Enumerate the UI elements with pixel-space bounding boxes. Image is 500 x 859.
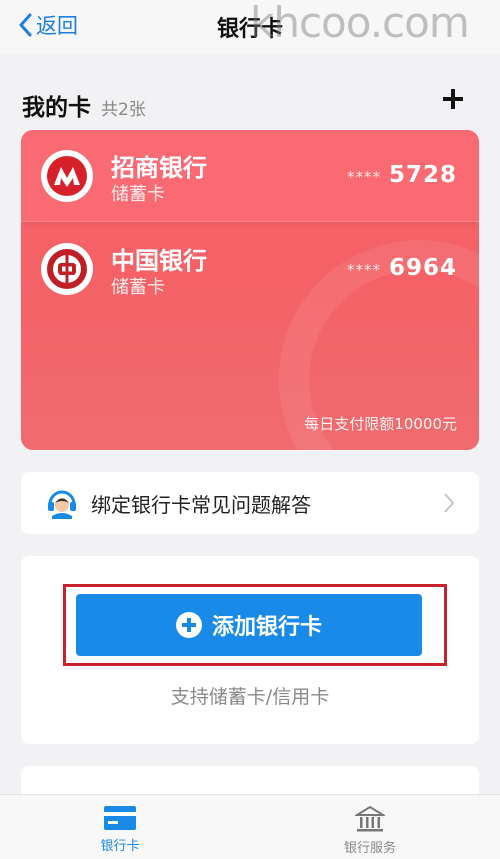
add-bank-card-button[interactable]: 添加银行卡 bbox=[76, 594, 422, 656]
card-last4: 5728 bbox=[388, 162, 457, 188]
add-button-label: 添加银行卡 bbox=[211, 615, 322, 640]
card-icon bbox=[104, 806, 136, 830]
customer-service-icon bbox=[48, 490, 76, 519]
card-mask: **** bbox=[346, 261, 381, 279]
support-text: 支持储蓄卡/信用卡 bbox=[170, 686, 330, 708]
tab-label: 银行卡 bbox=[100, 839, 140, 854]
card-last4: 6964 bbox=[388, 255, 457, 281]
daily-limit: 每日支付限额10000元 bbox=[304, 415, 457, 433]
tab-bank-card[interactable]: 银行卡 bbox=[60, 805, 180, 854]
card-stack: 招商银行 储蓄卡 **** 5728 中国银行 储蓄卡 **** 6964 每日… bbox=[21, 130, 479, 450]
bank-building-icon bbox=[355, 805, 385, 832]
tab-bar: 银行卡 银行服务 bbox=[0, 794, 500, 859]
tab-label: 银行服务 bbox=[343, 841, 396, 856]
card-number: **** 5728 bbox=[347, 162, 457, 188]
add-card-panel: 添加银行卡 支持储蓄卡/信用卡 bbox=[21, 556, 479, 744]
add-card-plus-icon[interactable] bbox=[440, 86, 466, 112]
plus-circle-icon bbox=[175, 612, 202, 638]
card-number: **** 6964 bbox=[347, 255, 457, 281]
faq-label: 绑定银行卡常见问题解答 bbox=[91, 492, 311, 517]
faq-row[interactable]: 绑定银行卡常见问题解答 bbox=[21, 472, 479, 534]
tab-bank-service[interactable]: 银行服务 bbox=[310, 805, 430, 856]
card-mask: **** bbox=[346, 168, 381, 186]
bank-card[interactable]: 中国银行 储蓄卡 **** 6964 bbox=[21, 223, 479, 315]
bank-name: 中国银行 bbox=[111, 247, 207, 275]
boc-logo-icon bbox=[41, 243, 93, 295]
nav-bar: 返回 银行卡 khcoo.com bbox=[0, 0, 500, 54]
cmb-logo-icon bbox=[41, 150, 93, 202]
section-header: 我的卡 共2张 bbox=[22, 88, 146, 122]
card-type: 储蓄卡 bbox=[111, 184, 165, 205]
card-count: 共2张 bbox=[101, 100, 146, 120]
chevron-right-icon bbox=[444, 493, 455, 513]
bank-card[interactable]: 招商银行 储蓄卡 **** 5728 bbox=[21, 130, 479, 222]
watermark: khcoo.com bbox=[250, 0, 470, 47]
bank-name: 招商银行 bbox=[111, 154, 207, 182]
card-type: 储蓄卡 bbox=[111, 277, 165, 298]
section-title: 我的卡 bbox=[22, 95, 91, 121]
